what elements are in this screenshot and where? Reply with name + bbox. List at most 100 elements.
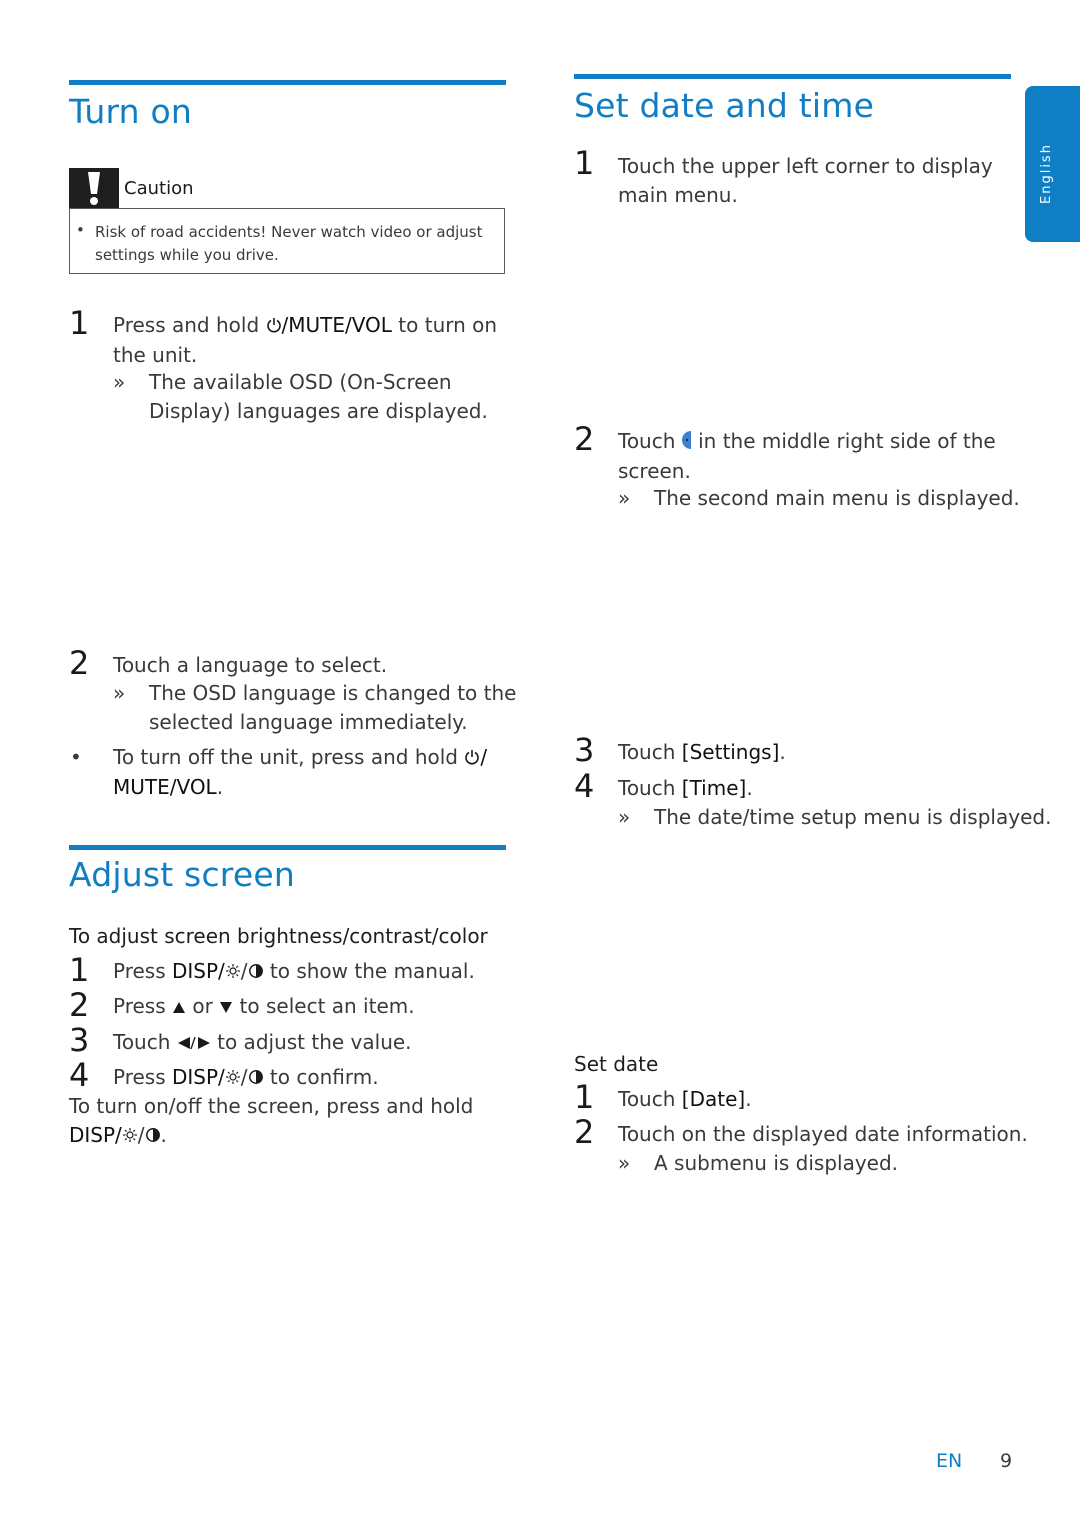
note-line: To turn on/off the screen, press and hol…: [69, 1094, 474, 1118]
slash: /: [137, 1122, 145, 1147]
bullet: •: [70, 745, 82, 769]
step-line: main menu.: [618, 182, 738, 207]
power-icon: [464, 744, 480, 773]
step-text: Press or to select an item.: [113, 992, 415, 1022]
step-text-pre: Touch: [618, 776, 682, 800]
result-mark: »: [618, 1151, 631, 1175]
bullet: •: [76, 221, 85, 239]
language-tab: English: [1025, 86, 1080, 242]
step-text: Touch the upper left corner to display m…: [618, 152, 993, 209]
brightness-icon: [225, 958, 241, 987]
language-tab-label: English: [1039, 143, 1054, 204]
section-title-adjust-screen: Adjust screen: [69, 855, 295, 894]
step-text-post: .: [779, 740, 786, 764]
section-title-set-date-time: Set date and time: [574, 86, 875, 125]
step-text-mid: or: [186, 994, 220, 1018]
key-label: DISP/: [69, 1122, 122, 1147]
step-line: Touch the upper left corner to display: [618, 154, 993, 178]
exclamation-icon: [88, 172, 100, 205]
step-text: Touch [Settings].: [618, 738, 786, 767]
step-text-post: to turn on: [391, 313, 498, 337]
caution-text: Risk of road accidents! Never watch vide…: [95, 223, 483, 264]
step-text-pre: Touch: [618, 1087, 682, 1111]
key-label: [Date]: [681, 1087, 746, 1111]
step-text: Touch [Date].: [618, 1085, 752, 1114]
key-label: DISP/: [172, 1065, 225, 1089]
brightness-icon: [122, 1122, 138, 1151]
result-text: The OSD language is changed to the selec…: [149, 679, 516, 736]
step-text-pre: Touch: [618, 740, 682, 764]
step-text-post: to show the manual.: [263, 959, 475, 983]
power-icon: [266, 312, 282, 341]
key-label: [Settings]: [681, 740, 780, 764]
subheading: To adjust screen brightness/contrast/col…: [69, 924, 488, 948]
note-post: .: [216, 774, 224, 799]
step-text-post: to select an item.: [233, 994, 415, 1018]
step-text: Press DISP/ / to confirm.: [113, 1063, 379, 1093]
result-line: The available OSD (On-Screen: [149, 370, 452, 394]
note-text: To turn on/off the screen, press and hol…: [69, 1092, 509, 1150]
note-pre: To turn off the unit, press and hold: [113, 745, 465, 769]
step-line: screen.: [618, 458, 691, 483]
step-number: 4: [69, 1056, 90, 1094]
step-number: 3: [574, 731, 595, 769]
key-label: /: [480, 745, 488, 769]
step-number: 1: [69, 304, 90, 342]
step-text-line2: the unit.: [113, 342, 198, 367]
note-post: .: [160, 1122, 167, 1147]
step-text-pre: Press and hold: [113, 313, 266, 337]
result-text: A submenu is displayed.: [654, 1151, 899, 1175]
result-text: The date/time setup menu is displayed.: [654, 805, 1052, 829]
step-text: Press and hold /MUTE/VOL to turn on the …: [113, 311, 513, 369]
contrast-icon: [145, 1122, 161, 1151]
subheading: Set date: [574, 1052, 659, 1076]
step-text-pre: Press: [113, 994, 172, 1018]
step-number: 2: [69, 986, 90, 1024]
left-right-arrows-icon: [177, 1029, 211, 1058]
result-mark: »: [113, 370, 126, 394]
down-triangle-icon: [219, 993, 233, 1022]
caution-icon: [69, 168, 119, 209]
step-text: Touch in the middle right side of the sc…: [618, 427, 1018, 485]
step-text: Touch to adjust the value.: [113, 1028, 412, 1058]
result-line: The OSD language is changed to the: [149, 681, 517, 705]
key-label: MUTE/VOL: [113, 774, 217, 799]
up-triangle-icon: [172, 993, 186, 1022]
step-number: 2: [574, 420, 595, 458]
step-number: 1: [69, 951, 90, 989]
page-number: 9: [1000, 1450, 1013, 1472]
contrast-icon: [248, 1064, 264, 1093]
step-text-pre: Touch: [618, 429, 682, 453]
step-number: 2: [574, 1113, 595, 1151]
section-rule: [69, 845, 506, 850]
slash: /: [240, 1065, 248, 1089]
step-number: 4: [574, 767, 595, 805]
step-number: 2: [69, 644, 90, 682]
key-label: [Time]: [681, 776, 747, 800]
key-label: /MUTE/VOL: [281, 313, 392, 337]
section-rule: [69, 80, 506, 85]
step-text-pre: Press: [113, 1065, 172, 1089]
result-text: The available OSD (On-Screen Display) la…: [149, 368, 488, 425]
caution-label: Caution: [124, 178, 194, 199]
step-text: Touch on the displayed date information.: [618, 1122, 1028, 1146]
result-line: Display) languages are displayed.: [149, 398, 488, 423]
footer-language: EN: [936, 1450, 963, 1472]
slash: /: [240, 959, 248, 983]
step-text-pre: Press: [113, 959, 172, 983]
step-text-post: to adjust the value.: [210, 1030, 412, 1054]
section-rule: [574, 74, 1011, 79]
result-text: The second main menu is displayed.: [654, 486, 1020, 510]
result-mark: »: [113, 681, 126, 705]
step-number: 3: [69, 1021, 90, 1059]
contrast-icon: [248, 958, 264, 987]
step-text: Touch [Time].: [618, 774, 753, 803]
result-mark: »: [618, 486, 631, 510]
note-text: To turn off the unit, press and hold / M…: [113, 743, 513, 801]
step-text: Press DISP/ / to show the manual.: [113, 957, 475, 987]
section-title-turn-on: Turn on: [69, 92, 192, 131]
brightness-icon: [225, 1064, 241, 1093]
step-number: 1: [574, 1078, 595, 1116]
step-text-post: in the middle right side of the: [691, 429, 996, 453]
step-text-post: .: [745, 1087, 752, 1111]
